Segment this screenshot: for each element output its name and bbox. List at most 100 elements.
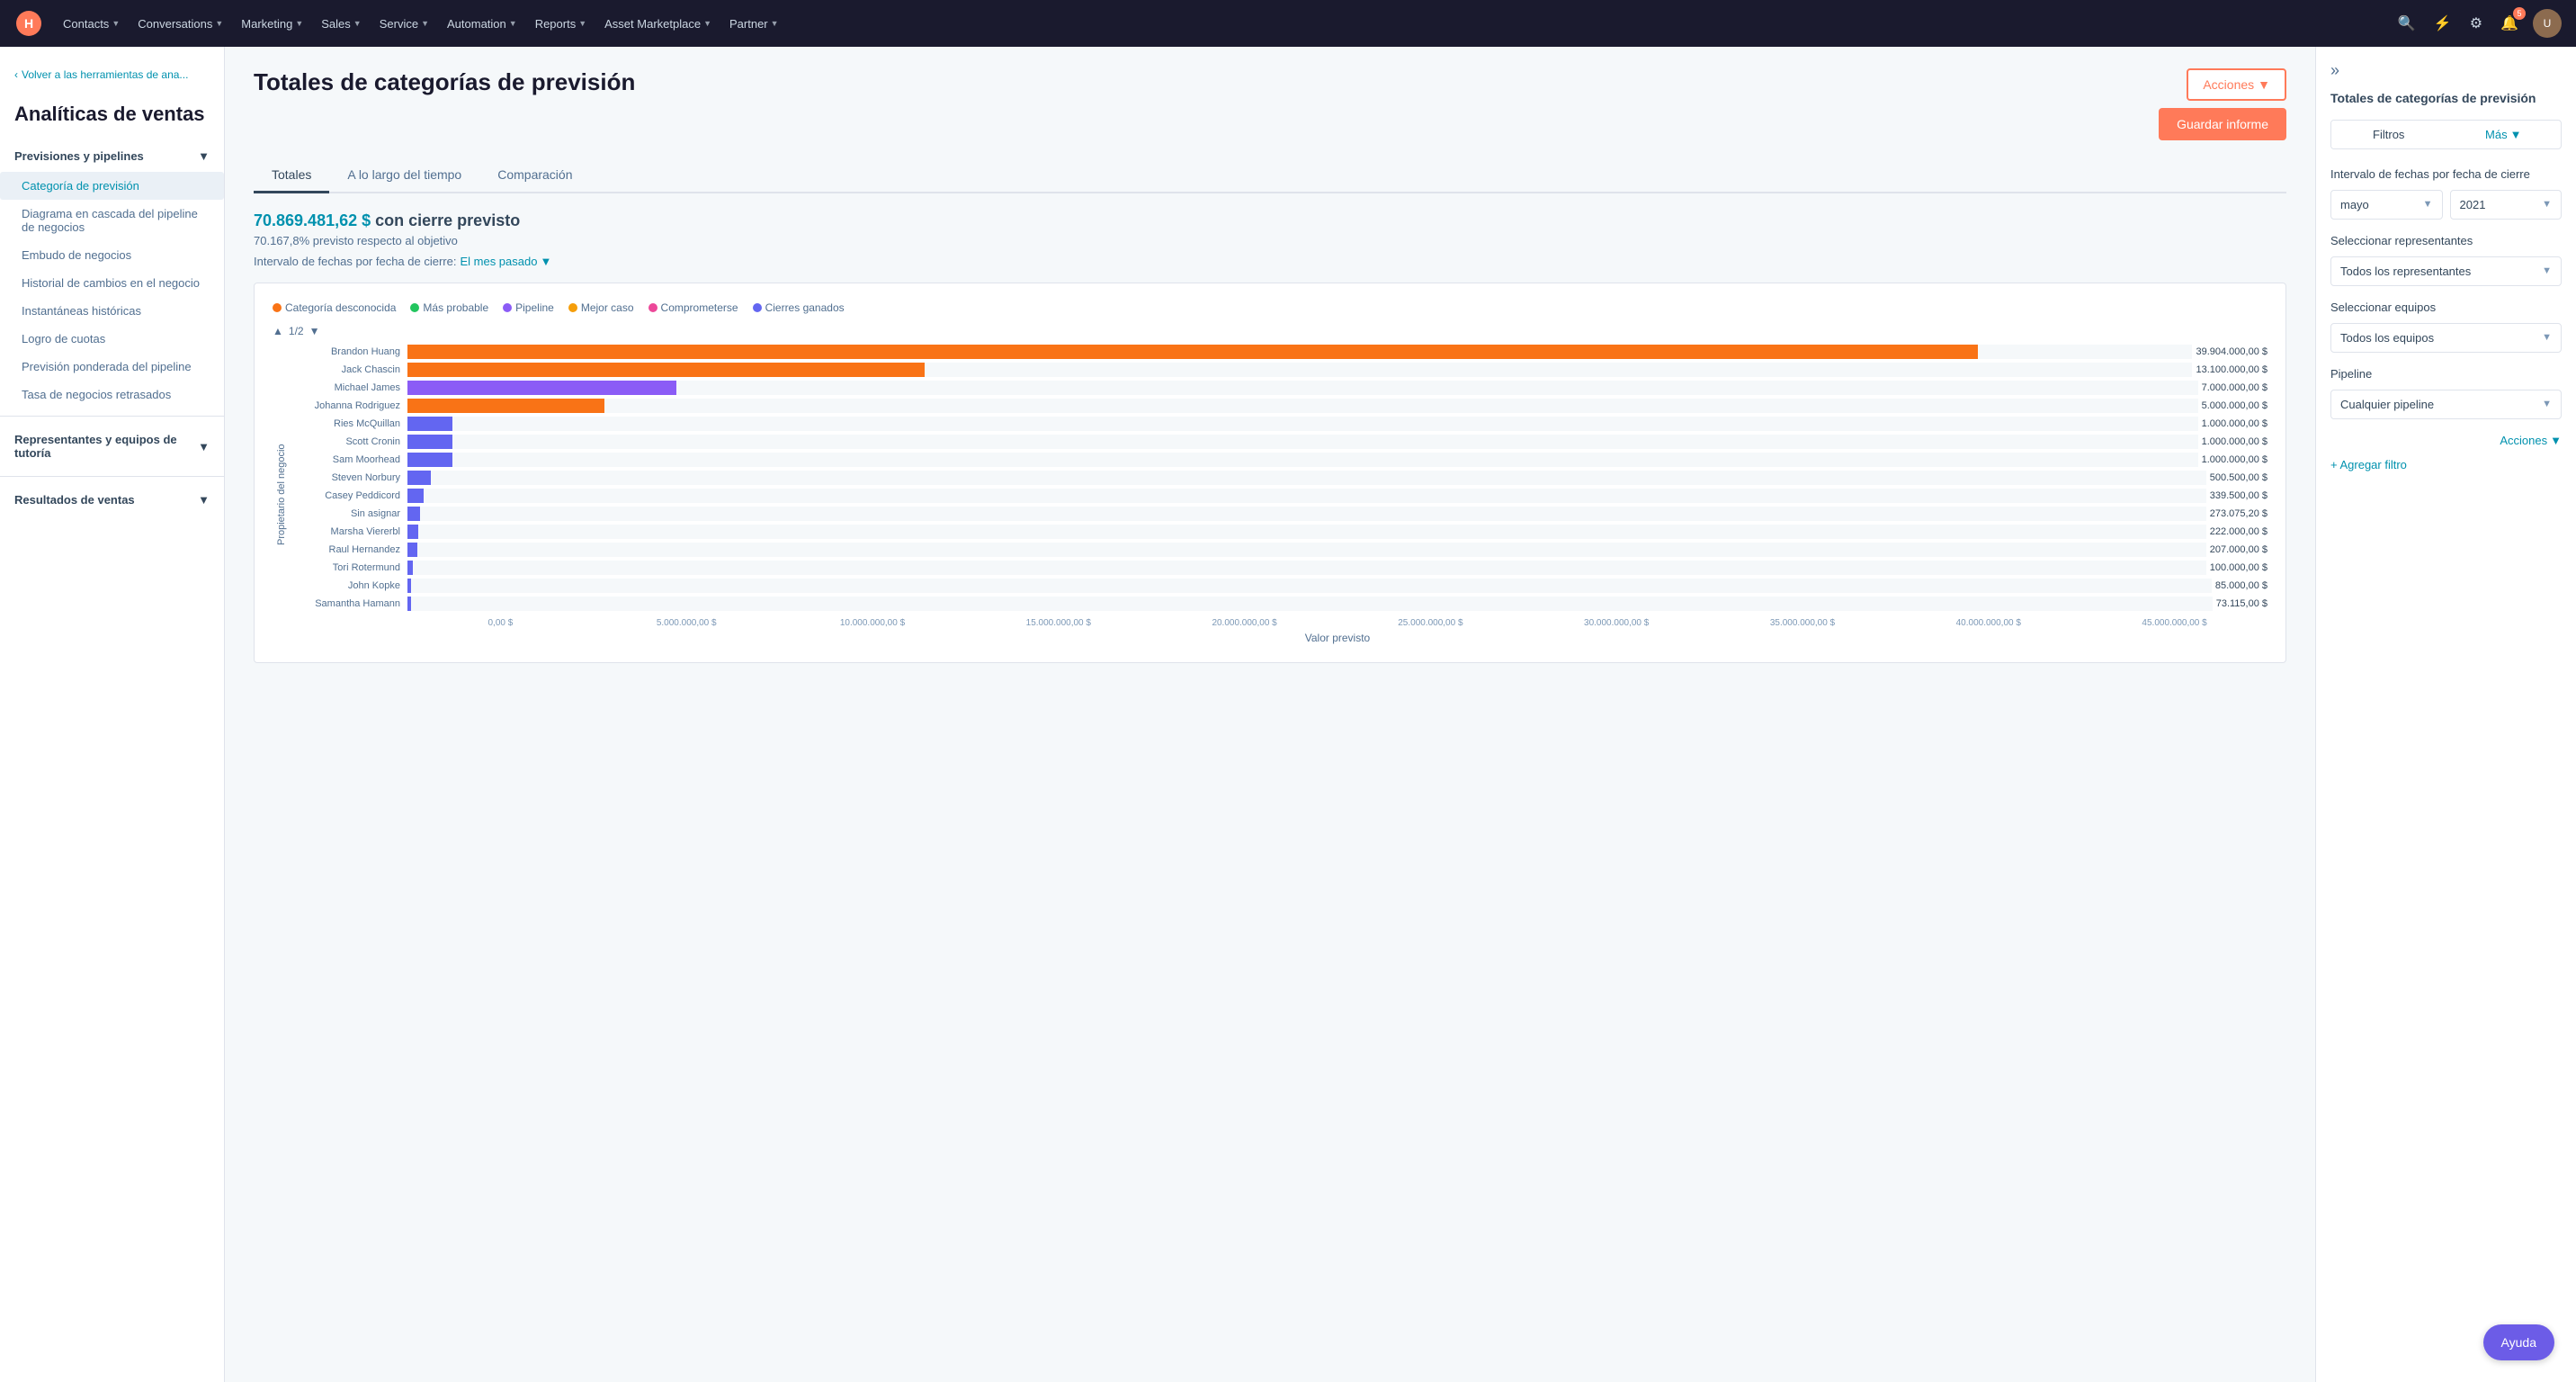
search-icon[interactable]: 🔍	[2394, 11, 2419, 36]
pipeline-select[interactable]: Cualquier pipeline ▼	[2330, 390, 2562, 419]
apps-icon[interactable]: ⚡	[2430, 11, 2455, 36]
chevron-down-icon-more: ▼	[2510, 128, 2522, 141]
nav-item-sales[interactable]: Sales ▼	[312, 12, 370, 36]
settings-icon[interactable]: ⚙	[2466, 11, 2486, 36]
table-row: Jack Chascin13.100.000,00 $	[291, 363, 2267, 377]
x-axis: 0,00 $5.000.000,00 $10.000.000,00 $15.00…	[291, 618, 2267, 628]
filter-row-date: mayo ▼ 2021 ▼	[2330, 190, 2562, 220]
filter-section-date: Intervalo de fechas por fecha de cierre …	[2330, 167, 2562, 220]
sidebar-item-instantaneas[interactable]: Instantáneas históricas	[0, 297, 224, 325]
user-avatar[interactable]: U	[2533, 9, 2562, 38]
help-button[interactable]: Ayuda	[2483, 1324, 2554, 1360]
nav-item-asset-marketplace[interactable]: Asset Marketplace ▼	[595, 12, 720, 36]
filter-tab-filtros[interactable]: Filtros	[2331, 121, 2446, 148]
chart-legend: Categoría desconocidaMás probablePipelin…	[273, 301, 2267, 314]
x-tick: 40.000.000,00 $	[1895, 618, 2081, 628]
date-filter-label: Intervalo de fechas por fecha de cierre:	[254, 255, 456, 268]
bar-value: 1.000.000,00 $	[2202, 454, 2267, 465]
sidebar-item-logro[interactable]: Logro de cuotas	[0, 325, 224, 353]
bar-value: 222.000,00 $	[2210, 526, 2267, 537]
collapse-panel-button[interactable]: »	[2330, 61, 2562, 80]
sidebar-item-historial[interactable]: Historial de cambios en el negocio	[0, 269, 224, 297]
hubspot-logo[interactable]: H	[14, 9, 43, 38]
chart-nav: ▲ 1/2 ▼	[273, 325, 2267, 337]
bar-track	[407, 345, 2192, 359]
year-value: 2021	[2460, 198, 2486, 211]
year-select[interactable]: 2021 ▼	[2450, 190, 2563, 220]
month-select[interactable]: mayo ▼	[2330, 190, 2443, 220]
chevron-down-icon-acciones: ▼	[2258, 77, 2270, 92]
bar-value: 500.500,00 $	[2210, 472, 2267, 483]
nav-item-reports[interactable]: Reports ▼	[526, 12, 595, 36]
notifications-icon[interactable]: 🔔 5	[2497, 11, 2522, 36]
sidebar-section-header-representantes[interactable]: Representantes y equipos de tutoría ▼	[0, 424, 224, 469]
rep-select[interactable]: Todos los representantes ▼	[2330, 256, 2562, 286]
bar-value: 5.000.000,00 $	[2202, 400, 2267, 411]
nav-item-conversations[interactable]: Conversations ▼	[129, 12, 232, 36]
filter-tab-more[interactable]: Más ▼	[2446, 121, 2562, 148]
tab-totales[interactable]: Totales	[254, 158, 329, 193]
header-actions: Acciones ▼ Guardar informe	[2159, 68, 2286, 140]
bar-track	[407, 435, 2198, 449]
svg-text:H: H	[24, 16, 33, 31]
team-select[interactable]: Todos los equipos ▼	[2330, 323, 2562, 353]
bar-fill	[407, 471, 431, 485]
bar-fill	[407, 381, 676, 395]
sidebar-item-prevision-pond[interactable]: Previsión ponderada del pipeline	[0, 353, 224, 381]
chevron-down-icon-nav-marketing: ▼	[295, 19, 303, 28]
nav-item-service[interactable]: Service ▼	[371, 12, 438, 36]
bar-track	[407, 399, 2198, 413]
bar-track	[407, 363, 2192, 377]
back-link[interactable]: ‹ Volver a las herramientas de ana...	[0, 61, 224, 88]
month-value: mayo	[2340, 198, 2369, 211]
bar-label: Michael James	[291, 382, 407, 393]
app-body: ‹ Volver a las herramientas de ana... An…	[0, 47, 2576, 1382]
bar-value: 39.904.000,00 $	[2196, 346, 2267, 357]
sidebar-section-header-resultados[interactable]: Resultados de ventas ▼	[0, 484, 224, 516]
table-row: Brandon Huang 39.904.000,00 $	[291, 345, 2267, 359]
chevron-down-icon-representantes: ▼	[198, 440, 210, 453]
chevron-down-icon-nav-service: ▼	[421, 19, 429, 28]
sidebar-item-embudo[interactable]: Embudo de negocios	[0, 241, 224, 269]
tab-tiempo[interactable]: A lo largo del tiempo	[329, 158, 479, 193]
guardar-informe-button[interactable]: Guardar informe	[2159, 108, 2286, 140]
bar-value: 339.500,00 $	[2210, 490, 2267, 501]
sidebar-item-cascada[interactable]: Diagrama en cascada del pipeline de nego…	[0, 200, 224, 241]
acciones-button[interactable]: Acciones ▼	[2187, 68, 2286, 101]
bar-label: Marsha Viererbl	[291, 526, 407, 537]
sidebar-item-categoria[interactable]: Categoría de previsión	[0, 172, 224, 200]
acciones-link[interactable]: Acciones ▼	[2500, 434, 2562, 447]
bar-chart: Brandon Huang 39.904.000,00 $ Jack Chascin…	[291, 345, 2267, 611]
bar-track	[407, 381, 2198, 395]
date-filter-value[interactable]: El mes pasado ▼	[460, 255, 551, 268]
bar-label: Sin asignar	[291, 508, 407, 519]
bar-label: Johanna Rodriguez	[291, 400, 407, 411]
team-value: Todos los equipos	[2340, 331, 2434, 345]
add-filter-link[interactable]: + Agregar filtro	[2330, 458, 2562, 471]
nav-item-partner[interactable]: Partner ▼	[720, 12, 788, 36]
chevron-down-icon-month: ▼	[2423, 199, 2433, 210]
legend-item-categoría-desconocida: Categoría desconocida	[273, 301, 396, 314]
nav-item-contacts[interactable]: Contacts ▼	[54, 12, 129, 36]
stat-amount: 70.869.481,62 $	[254, 211, 371, 229]
bar-fill	[407, 543, 417, 557]
tab-comparacion[interactable]: Comparación	[479, 158, 590, 193]
nav-item-automation[interactable]: Automation ▼	[438, 12, 526, 36]
chevron-down-icon-nav-reports: ▼	[578, 19, 586, 28]
bar-label: Casey Peddicord	[291, 490, 407, 501]
bar-track	[407, 453, 2198, 467]
table-row: Johanna Rodriguez 5.000.000,00 $	[291, 399, 2267, 413]
x-axis-label: Valor previsto	[291, 632, 2267, 644]
bar-fill	[407, 345, 1978, 359]
bar-fill	[407, 435, 452, 449]
sidebar-item-tasa-retraso[interactable]: Tasa de negocios retrasados	[0, 381, 224, 408]
chart-nav-down-icon[interactable]: ▼	[309, 325, 320, 337]
nav-item-marketing[interactable]: Marketing ▼	[232, 12, 312, 36]
bar-label: Brandon Huang	[291, 346, 407, 357]
chevron-down-icon-nav-asset-marketplace: ▼	[703, 19, 711, 28]
bar-track	[407, 417, 2198, 431]
top-nav: H Contacts ▼Conversations ▼Marketing ▼Sa…	[0, 0, 2576, 47]
sidebar-section-header-previsiones[interactable]: Previsiones y pipelines ▼	[0, 140, 224, 172]
sidebar-title: Analíticas de ventas	[0, 95, 224, 140]
chart-nav-up-icon[interactable]: ▲	[273, 325, 283, 337]
